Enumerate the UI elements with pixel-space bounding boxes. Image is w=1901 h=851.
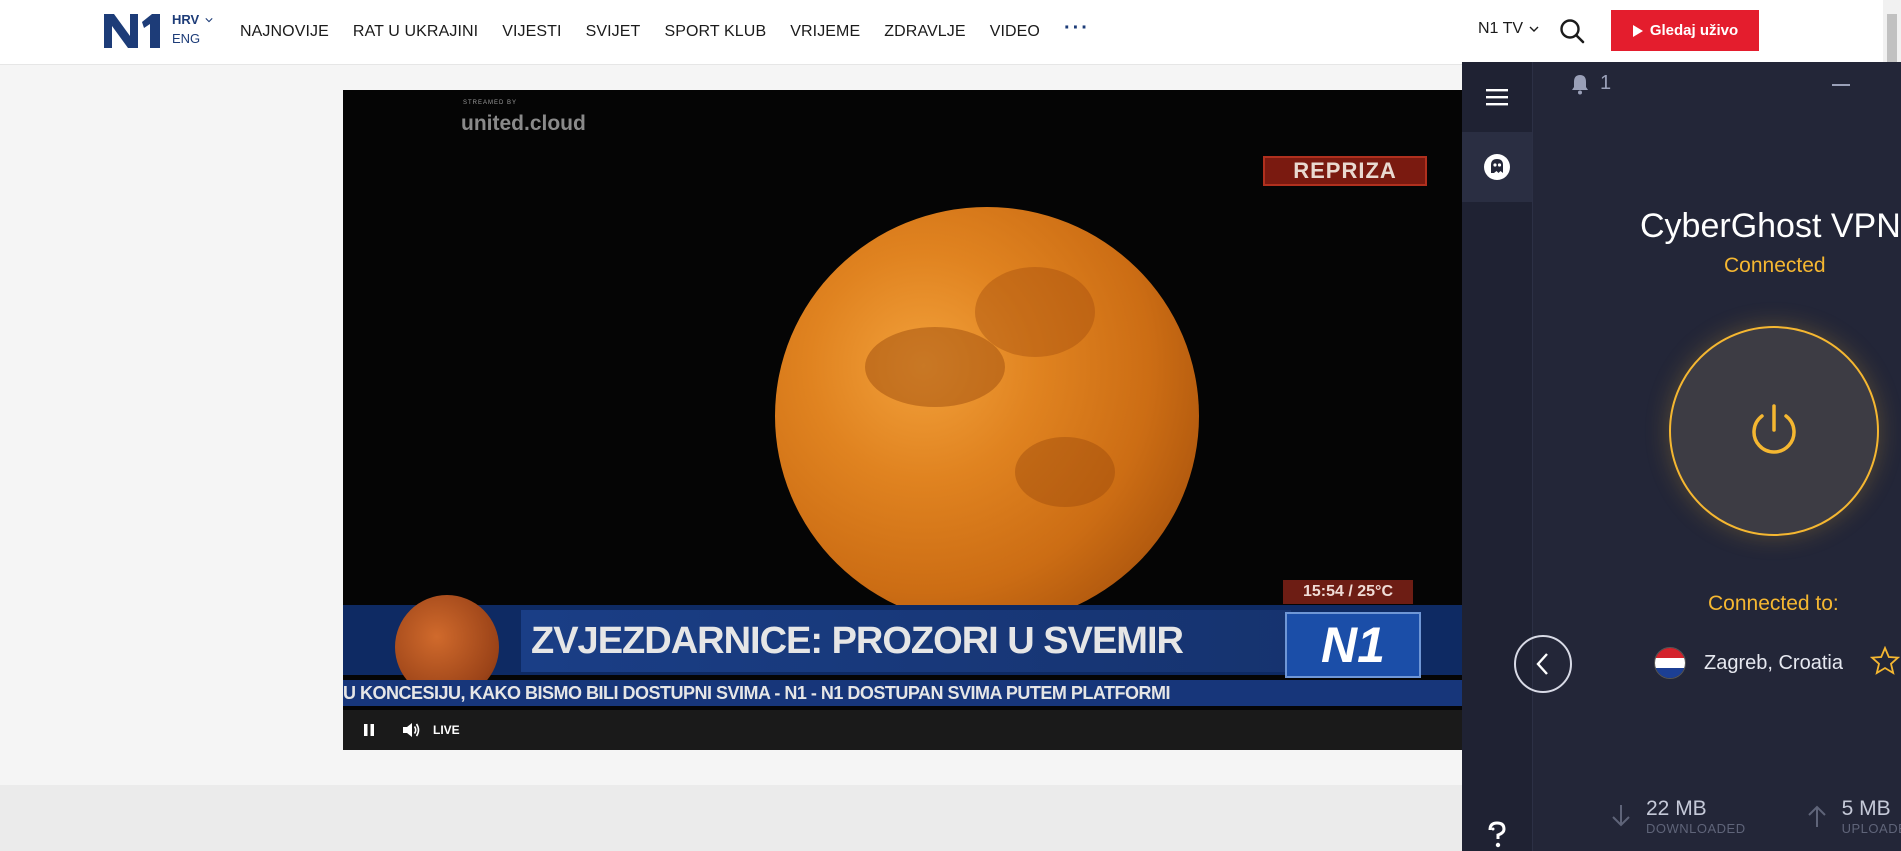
traffic-stats: 22 MB DOWNLOADED 5 MB UPLOADED: [1610, 797, 1901, 836]
vpn-sidebar: [1462, 62, 1533, 851]
vpn-connection-status: Connected: [1724, 254, 1826, 277]
minimize-button[interactable]: [1832, 84, 1850, 86]
bell-icon: [1572, 74, 1588, 94]
vpn-home-button[interactable]: [1462, 132, 1532, 202]
rerun-badge: REPRIZA: [1263, 156, 1427, 186]
n1tv-label: N1 TV: [1478, 20, 1524, 37]
power-icon: [1752, 404, 1796, 454]
uploaded-value: 5 MB: [1841, 797, 1891, 820]
channel-logo: N1: [1285, 612, 1421, 678]
nav-item-najnovije[interactable]: NAJNOVIJE: [240, 23, 329, 41]
star-icon[interactable]: [1870, 646, 1900, 676]
download-stat: 22 MB DOWNLOADED: [1610, 797, 1746, 836]
cyberghost-vpn-panel: 1 CyberGhost VPN Connected Connected to:…: [1462, 62, 1901, 851]
croatia-flag-icon: [1654, 647, 1686, 679]
notification-count: 1: [1600, 72, 1612, 94]
ghost-icon: [1484, 154, 1510, 180]
power-toggle-button[interactable]: [1669, 326, 1879, 536]
nav-item-vrijeme[interactable]: VRIJEME: [790, 23, 860, 41]
page-footer-band: [0, 785, 1462, 851]
arrow-down-icon: [1612, 805, 1630, 827]
lang-eng[interactable]: ENG: [172, 29, 213, 48]
play-icon: [1632, 24, 1643, 37]
vpn-app-title: CyberGhost VPN: [1640, 207, 1901, 245]
watch-live-label: Gledaj uživo: [1649, 22, 1739, 39]
nav-item-sport-klub[interactable]: SPORT KLUB: [664, 23, 766, 41]
nav-more-button[interactable]: ···: [1064, 17, 1090, 40]
pause-button[interactable]: [357, 718, 381, 742]
site-header: HRV ENG NAJNOVIJE RAT U UKRAJINI VIJESTI…: [0, 0, 1901, 65]
volume-icon: [403, 723, 420, 737]
uploaded-label: UPLOADED: [1841, 821, 1901, 836]
n1-logo[interactable]: [102, 12, 162, 50]
nav-item-vijesti[interactable]: VIJESTI: [502, 23, 561, 41]
hamburger-menu-icon: [1486, 89, 1508, 106]
vpn-menu-button[interactable]: [1462, 62, 1532, 132]
scrollbar-thumb[interactable]: [1887, 14, 1897, 62]
search-icon[interactable]: [1558, 17, 1586, 45]
volume-button[interactable]: [399, 718, 423, 742]
chevron-down-icon: [205, 17, 213, 22]
nav-item-video[interactable]: VIDEO: [990, 23, 1040, 41]
location-name: Zagreb, Croatia: [1704, 651, 1843, 674]
news-ticker: U KONCESIJU, KAKO BISMO BILI DOSTUPNI SV…: [343, 680, 1463, 706]
watch-live-button[interactable]: Gledaj uživo: [1611, 10, 1759, 51]
downloaded-value: 22 MB: [1646, 797, 1707, 820]
chevron-down-icon: [1529, 26, 1539, 32]
show-title: ZVJEZDARNICE: PROZORI U SVEMIR: [521, 610, 1291, 672]
server-location[interactable]: Zagreb, Croatia: [1654, 647, 1843, 679]
live-video-player[interactable]: STREAMED BY united.cloud REPRIZA ZVJEZDA…: [343, 90, 1463, 750]
time-weather-badge: 15:54 / 25°C: [1283, 580, 1413, 604]
live-indicator: LIVE: [433, 723, 460, 737]
pause-icon: [364, 724, 374, 736]
chevron-left-icon: [1536, 653, 1548, 675]
nav-item-svijet[interactable]: SVIJET: [586, 23, 641, 41]
video-frame-moon: [775, 207, 1199, 625]
notifications[interactable]: 1: [1570, 72, 1611, 95]
nav-item-zdravlje[interactable]: ZDRAVLJE: [884, 23, 965, 41]
n1tv-dropdown[interactable]: N1 TV: [1478, 20, 1539, 38]
help-icon[interactable]: [1484, 820, 1510, 850]
back-button[interactable]: [1514, 635, 1572, 693]
lang-hrv[interactable]: HRV: [172, 10, 199, 29]
connected-to-label: Connected to:: [1708, 592, 1839, 615]
stream-provider-watermark: united.cloud: [461, 112, 586, 135]
downloaded-label: DOWNLOADED: [1646, 821, 1746, 836]
nav-item-rat-u-ukrajini[interactable]: RAT U UKRAJINI: [353, 23, 478, 41]
player-controls: LIVE: [343, 710, 1463, 750]
streamed-by-text: STREAMED BY: [463, 100, 518, 106]
arrow-up-icon: [1807, 805, 1826, 827]
language-switcher[interactable]: HRV ENG: [172, 10, 213, 48]
main-nav: NAJNOVIJE RAT U UKRAJINI VIJESTI SVIJET …: [240, 0, 1114, 64]
page-scrollbar[interactable]: [1883, 0, 1901, 62]
upload-stat: 5 MB UPLOADED: [1806, 797, 1901, 836]
